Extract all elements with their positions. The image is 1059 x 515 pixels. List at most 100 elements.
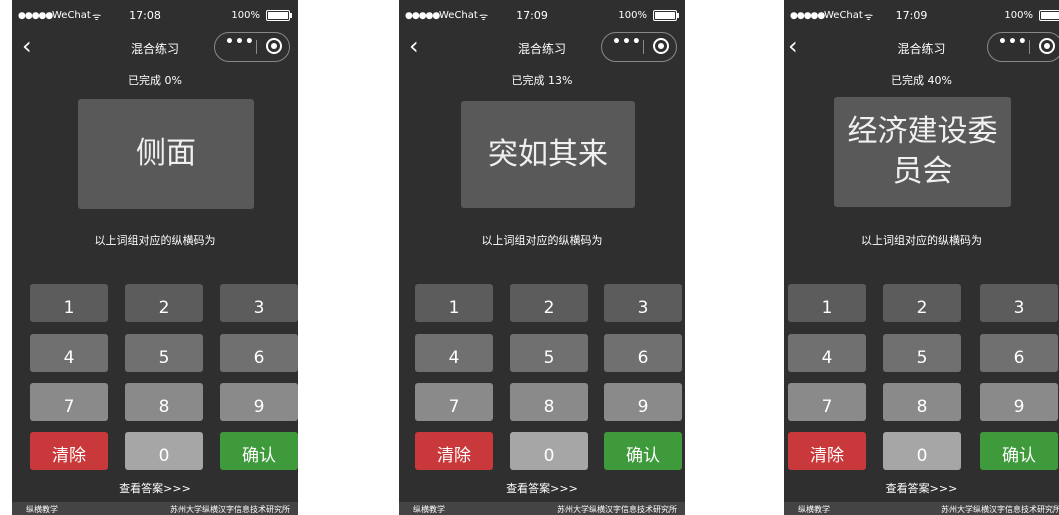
footer-right-text: 苏州大学纵横汉字信息技术研究所 — [557, 505, 677, 514]
footer-bar: 纵横教学 苏州大学纵横汉字信息技术研究所 — [784, 502, 1059, 515]
footer-left-text: 纵横教学 — [26, 505, 58, 514]
key-label: 2 — [543, 298, 555, 318]
phone-screen-1: ●●●●● WeChat ᯤ 17:08 100% ‹ 混合练习 ••• 已完成… — [12, 0, 298, 515]
key-9[interactable]: 9 — [980, 383, 1058, 421]
clear-button[interactable]: 清除 — [30, 432, 108, 470]
record-icon[interactable] — [1039, 38, 1055, 54]
key-label: 8 — [543, 397, 555, 417]
key-3[interactable]: 3 — [980, 284, 1058, 322]
view-answer-link[interactable]: 查看答案>>> — [784, 480, 1059, 496]
key-4[interactable]: 4 — [415, 334, 493, 372]
key-label: 7 — [63, 397, 75, 417]
word-card: 经济建设委员会 — [834, 97, 1011, 207]
progress-text: 已完成 13% — [511, 74, 573, 87]
key-7[interactable]: 7 — [30, 383, 108, 421]
phone-screen-3: ●●●●● WeChat ᯤ 17:09 100% ‹ 混合练习 ••• 已完成… — [784, 0, 1059, 515]
more-icon[interactable]: ••• — [612, 34, 642, 50]
word-text: 经济建设委员会 — [847, 114, 998, 189]
footer-left-text: 纵横教学 — [413, 505, 445, 514]
key-label: 2 — [158, 298, 170, 318]
footer-right-text: 苏州大学纵横汉字信息技术研究所 — [941, 505, 1059, 514]
key-label: 3 — [1013, 298, 1025, 318]
key-label: 8 — [158, 397, 170, 417]
key-5[interactable]: 5 — [883, 334, 961, 372]
key-9[interactable]: 9 — [220, 383, 298, 421]
key-1[interactable]: 1 — [415, 284, 493, 322]
key-label: 清除 — [437, 446, 471, 466]
key-label: 7 — [821, 397, 833, 417]
key-0[interactable]: 0 — [125, 432, 203, 470]
key-label: 1 — [448, 298, 460, 318]
key-label: 4 — [821, 348, 833, 368]
key-1[interactable]: 1 — [30, 284, 108, 322]
word-card: 突如其来 — [461, 101, 635, 208]
footer-bar: 纵横教学 苏州大学纵横汉字信息技术研究所 — [12, 502, 298, 515]
clear-button[interactable]: 清除 — [788, 432, 866, 470]
key-6[interactable]: 6 — [604, 334, 682, 372]
battery-icon — [266, 10, 292, 21]
confirm-button[interactable]: 确认 — [220, 432, 298, 470]
key-6[interactable]: 6 — [220, 334, 298, 372]
battery-percent: 100% — [1004, 10, 1033, 21]
key-0[interactable]: 0 — [510, 432, 588, 470]
word-card: 侧面 — [78, 99, 254, 209]
battery-percent: 100% — [231, 10, 260, 21]
key-label: 清除 — [52, 446, 86, 466]
footer-bar: 纵横教学 苏州大学纵横汉字信息技术研究所 — [399, 502, 685, 515]
key-7[interactable]: 7 — [415, 383, 493, 421]
view-answer-link[interactable]: 查看答案>>> — [399, 480, 685, 496]
word-text: 突如其来 — [488, 136, 608, 172]
key-label: 0 — [916, 446, 928, 466]
key-label: 9 — [1013, 397, 1025, 417]
footer-left-text: 纵横教学 — [798, 505, 830, 514]
key-label: 3 — [637, 298, 649, 318]
key-6[interactable]: 6 — [980, 334, 1058, 372]
battery-icon — [653, 10, 679, 21]
record-icon[interactable] — [266, 38, 282, 54]
key-4[interactable]: 4 — [30, 334, 108, 372]
key-8[interactable]: 8 — [510, 383, 588, 421]
confirm-button[interactable]: 确认 — [980, 432, 1058, 470]
key-label: 9 — [637, 397, 649, 417]
key-label: 5 — [916, 348, 928, 368]
view-answer-link[interactable]: 查看答案>>> — [12, 480, 298, 496]
key-0[interactable]: 0 — [883, 432, 961, 470]
key-2[interactable]: 2 — [883, 284, 961, 322]
key-label: 5 — [543, 348, 555, 368]
key-label: 9 — [253, 397, 265, 417]
key-4[interactable]: 4 — [788, 334, 866, 372]
capsule-divider — [256, 40, 257, 54]
key-label: 1 — [63, 298, 75, 318]
key-2[interactable]: 2 — [510, 284, 588, 322]
key-5[interactable]: 5 — [510, 334, 588, 372]
key-8[interactable]: 8 — [883, 383, 961, 421]
key-1[interactable]: 1 — [788, 284, 866, 322]
key-label: 4 — [448, 348, 460, 368]
prompt-text: 以上词组对应的纵横码为 — [94, 234, 216, 247]
battery-percent: 100% — [618, 10, 647, 21]
key-9[interactable]: 9 — [604, 383, 682, 421]
key-8[interactable]: 8 — [125, 383, 203, 421]
status-bar: ●●●●● WeChat ᯤ 17:09 100% — [784, 0, 1059, 30]
confirm-button[interactable]: 确认 — [604, 432, 682, 470]
footer-right-text: 苏州大学纵横汉字信息技术研究所 — [170, 505, 290, 514]
key-label: 3 — [253, 298, 265, 318]
key-label: 确认 — [626, 446, 660, 466]
key-3[interactable]: 3 — [604, 284, 682, 322]
clear-button[interactable]: 清除 — [415, 432, 493, 470]
prompt-text: 以上词组对应的纵横码为 — [481, 234, 603, 247]
key-label: 5 — [158, 348, 170, 368]
status-bar: ●●●●● WeChat ᯤ 17:09 100% — [399, 0, 685, 30]
status-bar: ●●●●● WeChat ᯤ 17:08 100% — [12, 0, 298, 30]
key-3[interactable]: 3 — [220, 284, 298, 322]
miniprogram-capsule: ••• — [601, 32, 677, 62]
key-5[interactable]: 5 — [125, 334, 203, 372]
capsule-divider — [1029, 40, 1030, 54]
record-icon[interactable] — [653, 38, 669, 54]
phone-screen-2: ●●●●● WeChat ᯤ 17:09 100% ‹ 混合练习 ••• 已完成… — [399, 0, 685, 515]
key-7[interactable]: 7 — [788, 383, 866, 421]
more-icon[interactable]: ••• — [225, 34, 255, 50]
key-2[interactable]: 2 — [125, 284, 203, 322]
key-label: 清除 — [810, 446, 844, 466]
more-icon[interactable]: ••• — [998, 34, 1028, 50]
